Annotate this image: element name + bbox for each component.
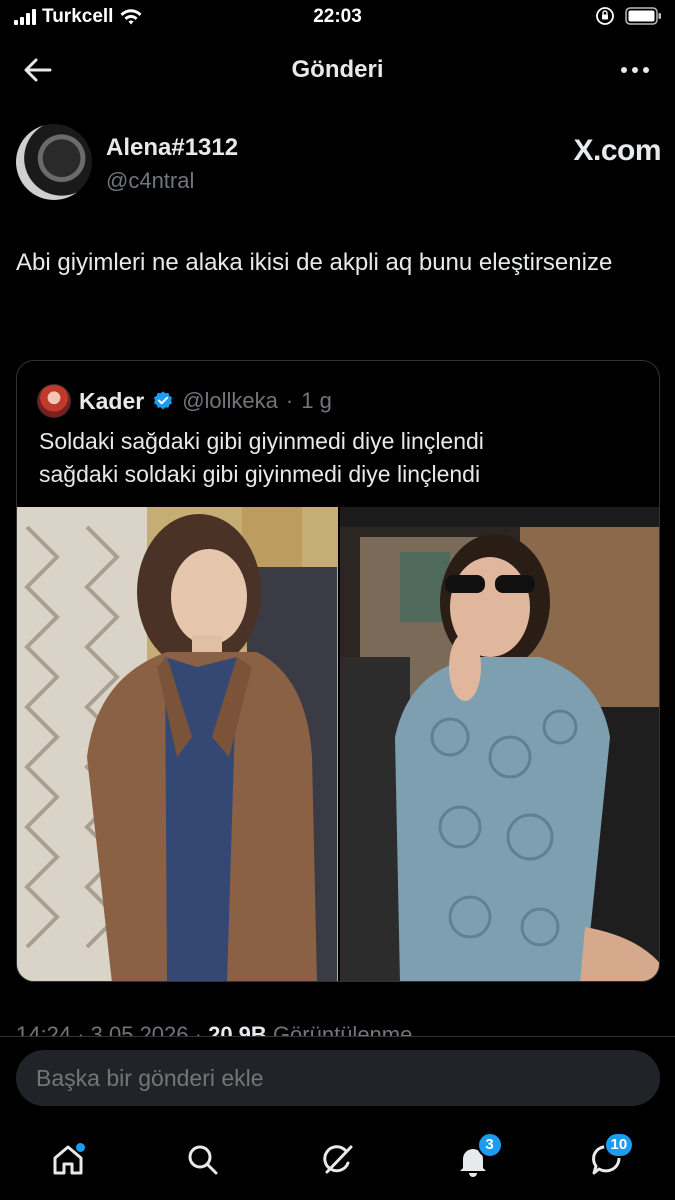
quoted-post-card[interactable]: Kader @lollkeka · 1 g Soldaki sağdaki gi… — [16, 360, 660, 982]
photo-left[interactable] — [17, 507, 338, 981]
more-options-button[interactable] — [613, 52, 657, 88]
status-bar: Turkcell 22:03 — [0, 0, 675, 36]
battery-icon — [625, 7, 661, 25]
tab-messages[interactable]: 10 — [578, 1132, 638, 1182]
quoted-separator: · — [285, 388, 294, 413]
quoted-media — [17, 507, 659, 981]
author-avatar[interactable] — [16, 124, 92, 200]
author-row: Alena#1312 @c4ntral X.com — [16, 124, 661, 204]
orientation-lock-icon — [596, 7, 614, 25]
quoted-text-line: Soldaki sağdaki gibi giyinmedi diye linç… — [39, 428, 484, 454]
tab-search[interactable] — [173, 1138, 233, 1182]
photo-right-illustration — [340, 507, 659, 981]
author-handle[interactable]: @c4ntral — [106, 168, 194, 194]
quoted-author-avatar — [37, 384, 71, 418]
tab-notifications[interactable]: 3 — [443, 1132, 503, 1182]
quoted-post-age: 1 g — [301, 388, 332, 413]
quoted-post-text: Soldaki sağdaki gibi giyinmedi diye linç… — [39, 425, 639, 491]
quoted-text-line: sağdaki soldaki gibi giyinmedi diye linç… — [39, 461, 481, 487]
messages-badge: 10 — [603, 1132, 635, 1158]
x-logo: X.com — [573, 134, 661, 167]
bottom-nav: 3 10 — [0, 1124, 675, 1200]
photo-left-illustration — [17, 507, 338, 981]
page-title: Gönderi — [291, 56, 384, 83]
tab-grok[interactable] — [308, 1138, 368, 1182]
quoted-author-name: Kader — [79, 387, 145, 414]
status-right — [595, 6, 663, 26]
tab-home[interactable] — [38, 1138, 98, 1182]
more-dots-icon — [621, 67, 627, 73]
verified-badge-icon — [154, 391, 173, 410]
photo-right[interactable] — [338, 507, 659, 981]
search-icon — [188, 1145, 217, 1175]
notifications-badge: 3 — [476, 1132, 503, 1158]
quoted-post-header: Kader @lollkeka · 1 g — [37, 381, 332, 421]
status-time: 22:03 — [313, 6, 362, 27]
post-header: Gönderi — [0, 44, 675, 94]
grok-icon — [322, 1145, 352, 1174]
reply-input[interactable] — [16, 1050, 660, 1106]
author-name[interactable]: Alena#1312 — [106, 134, 238, 162]
tweet-text: Abi giyimleri ne alaka ikisi de akpli aq… — [16, 249, 613, 276]
home-unread-dot — [74, 1142, 86, 1153]
quoted-author-handle: @lollkeka — [182, 388, 278, 413]
